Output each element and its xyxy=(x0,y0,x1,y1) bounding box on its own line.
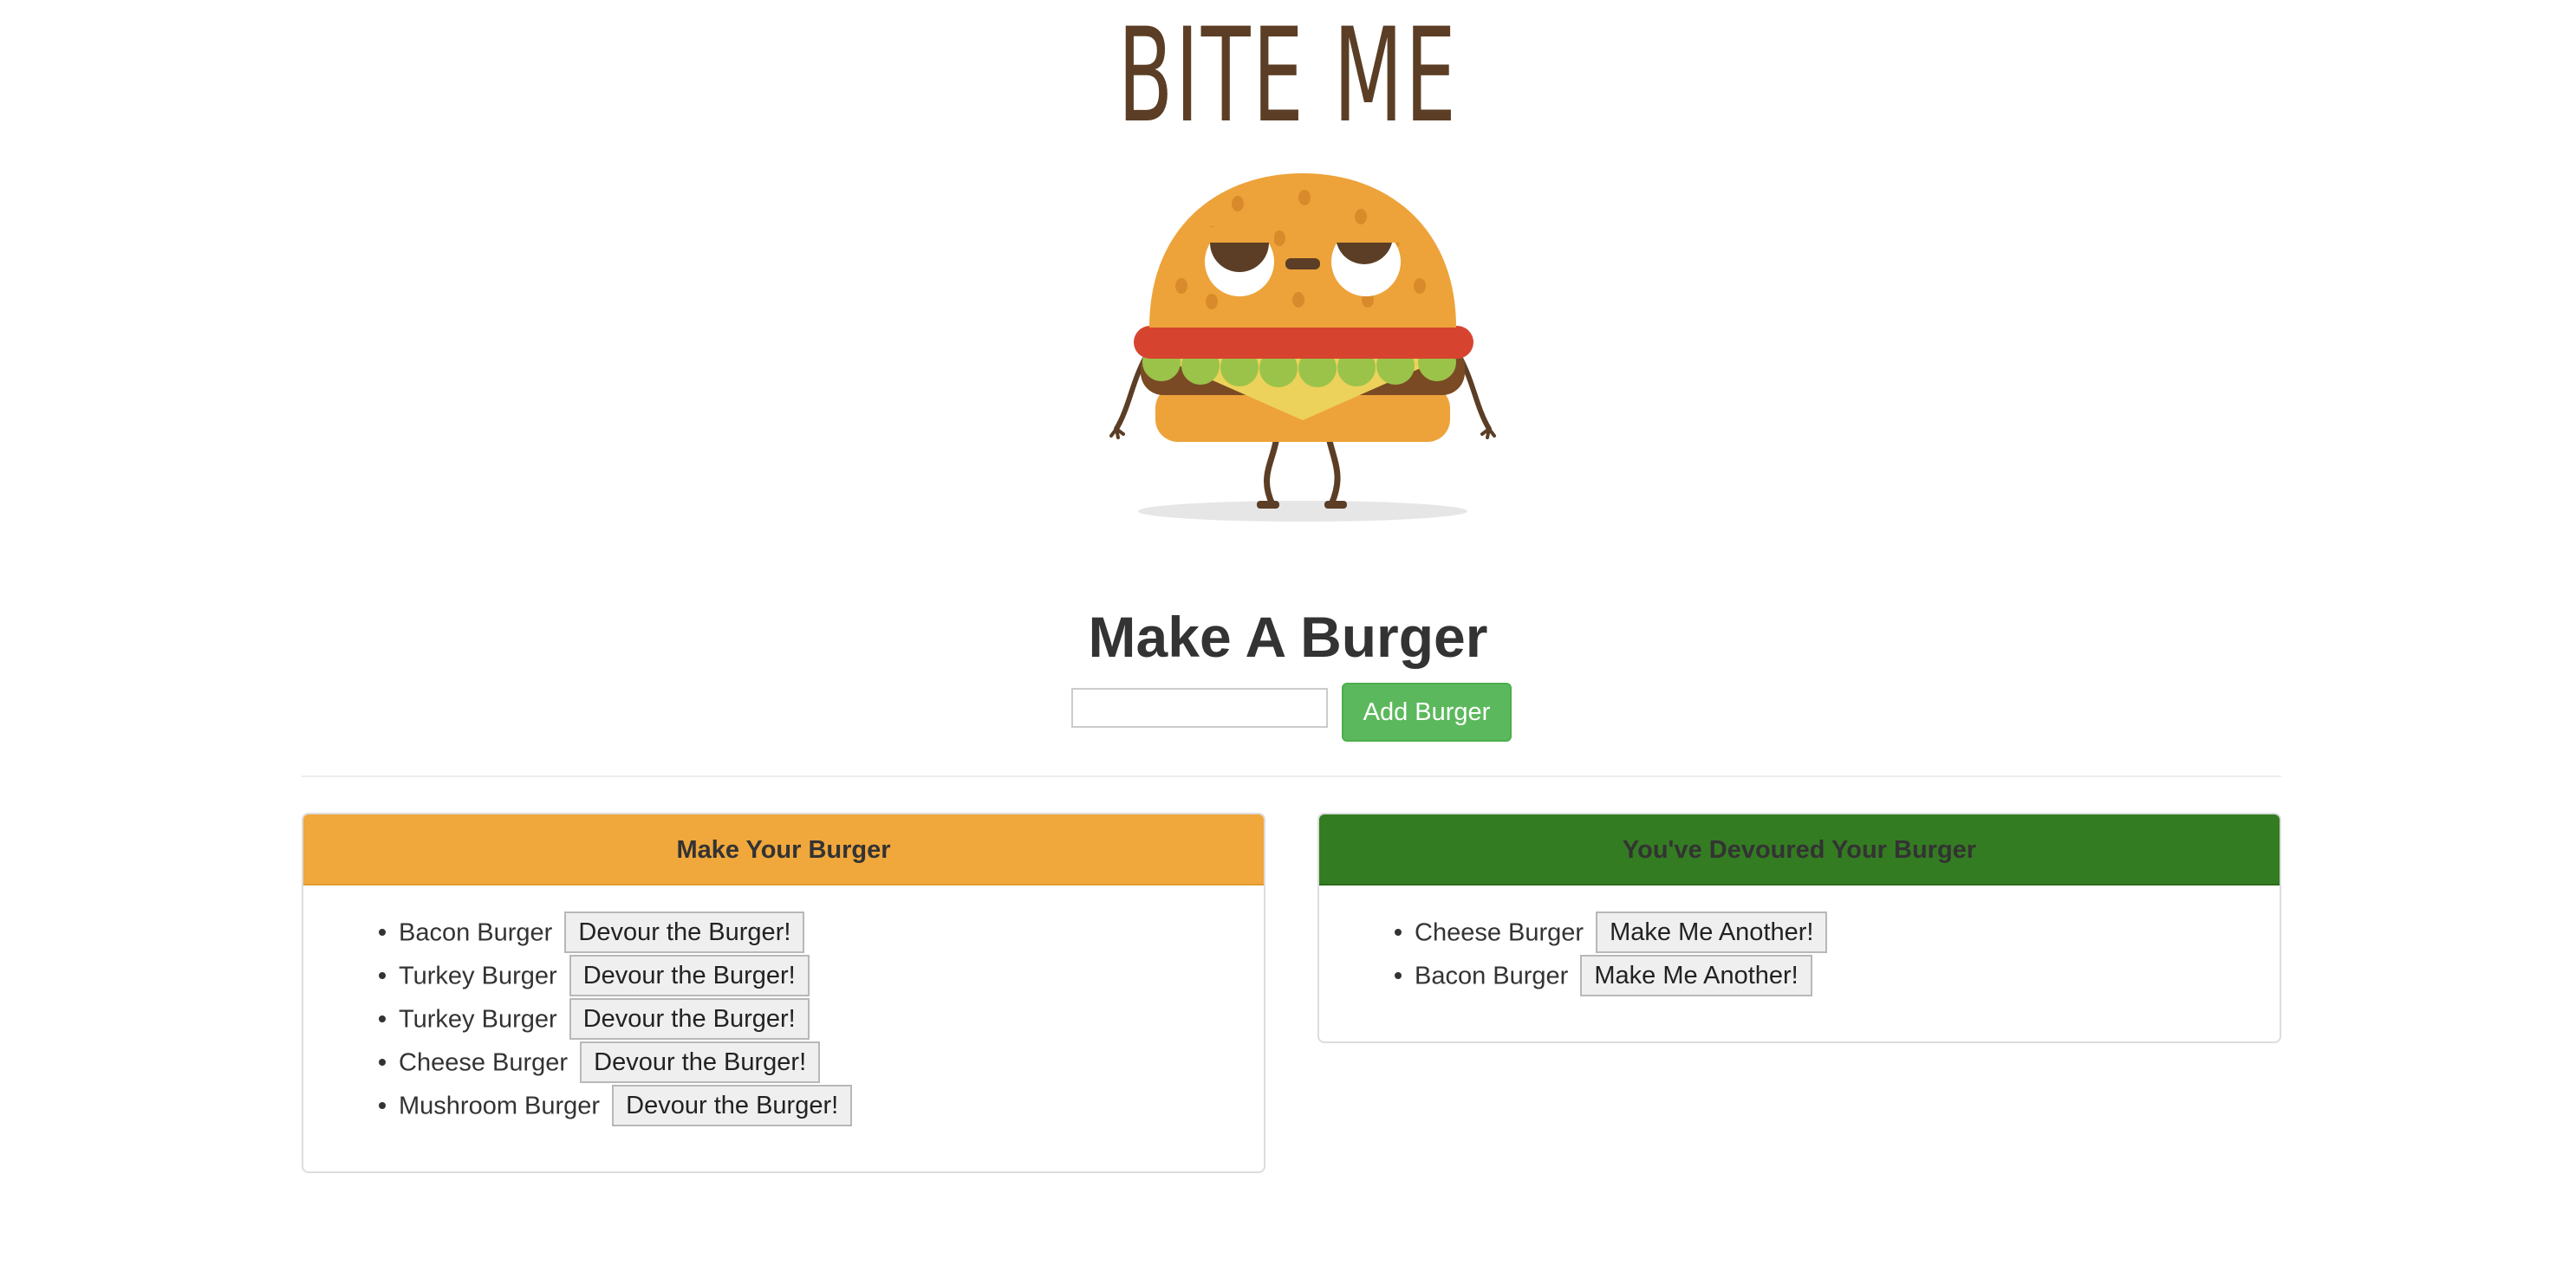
list-item: Turkey Burger Devour the Burger! xyxy=(399,953,1264,997)
mascot-eyelid-left xyxy=(1205,227,1274,243)
list-item: Cheese Burger Make Me Another! xyxy=(1415,910,2280,954)
make-another-button[interactable]: Make Me Another! xyxy=(1580,955,1812,997)
burger-name: Cheese Burger xyxy=(1415,918,1584,947)
burger-name: Cheese Burger xyxy=(399,1048,569,1077)
list-item: Cheese Burger Devour the Burger! xyxy=(399,1040,1264,1084)
make-another-button[interactable]: Make Me Another! xyxy=(1596,911,1828,954)
burger-name: Turkey Burger xyxy=(399,962,557,990)
logo-title: BITE ME xyxy=(1117,1,1459,152)
mascot-left-leg xyxy=(1264,434,1280,508)
devour-button[interactable]: Devour the Burger! xyxy=(564,911,805,954)
uneaten-burger-list: Bacon Burger Devour the Burger! Turkey B… xyxy=(303,910,1264,1127)
list-item: Mushroom Burger Devour the Burger! xyxy=(399,1083,1264,1127)
burger-name: Turkey Burger xyxy=(399,1005,557,1034)
devoured-burger-list: Cheese Burger Make Me Another! Bacon Bur… xyxy=(1319,910,2280,997)
list-item: Bacon Burger Make Me Another! xyxy=(1415,953,2280,997)
make-your-burger-panel: Make Your Burger Bacon Burger Devour the… xyxy=(302,813,1265,1173)
list-item: Bacon Burger Devour the Burger! xyxy=(399,910,1264,954)
devour-button[interactable]: Devour the Burger! xyxy=(569,955,810,997)
mascot-right-leg xyxy=(1325,434,1341,508)
mascot-left-foot xyxy=(1257,501,1279,509)
mascot-mouth xyxy=(1285,258,1320,269)
devour-button[interactable]: Devour the Burger! xyxy=(580,1041,821,1084)
list-item: Turkey Burger Devour the Burger! xyxy=(399,996,1264,1041)
devour-button[interactable]: Devour the Burger! xyxy=(569,998,810,1041)
burger-name: Bacon Burger xyxy=(399,918,553,947)
mascot-eyelid-right xyxy=(1331,227,1401,243)
make-a-burger-title: Make A Burger xyxy=(1088,605,1488,669)
devoured-burger-heading: You've Devoured Your Burger xyxy=(1319,814,2280,886)
section-divider xyxy=(302,775,2281,777)
add-burger-button[interactable]: Add Burger xyxy=(1342,683,1512,742)
mascot-tomato xyxy=(1134,326,1473,359)
devoured-burger-panel: You've Devoured Your Burger Cheese Burge… xyxy=(1317,813,2281,1043)
make-your-burger-body: Bacon Burger Devour the Burger! Turkey B… xyxy=(303,886,1264,1127)
page: BITE ME Make A Burger Add Burger Make Yo… xyxy=(0,0,2576,1265)
devour-button[interactable]: Devour the Burger! xyxy=(612,1085,853,1127)
make-your-burger-heading: Make Your Burger xyxy=(303,814,1264,886)
devoured-burger-body: Cheese Burger Make Me Another! Bacon Bur… xyxy=(1319,886,2280,997)
burger-name-input[interactable] xyxy=(1071,688,1328,728)
burger-name: Bacon Burger xyxy=(1415,962,1569,990)
burger-name: Mushroom Burger xyxy=(399,1092,601,1120)
mascot-shadow xyxy=(1138,501,1467,522)
burger-mascot-illustration xyxy=(1109,173,1496,522)
mascot-right-foot xyxy=(1324,501,1347,509)
